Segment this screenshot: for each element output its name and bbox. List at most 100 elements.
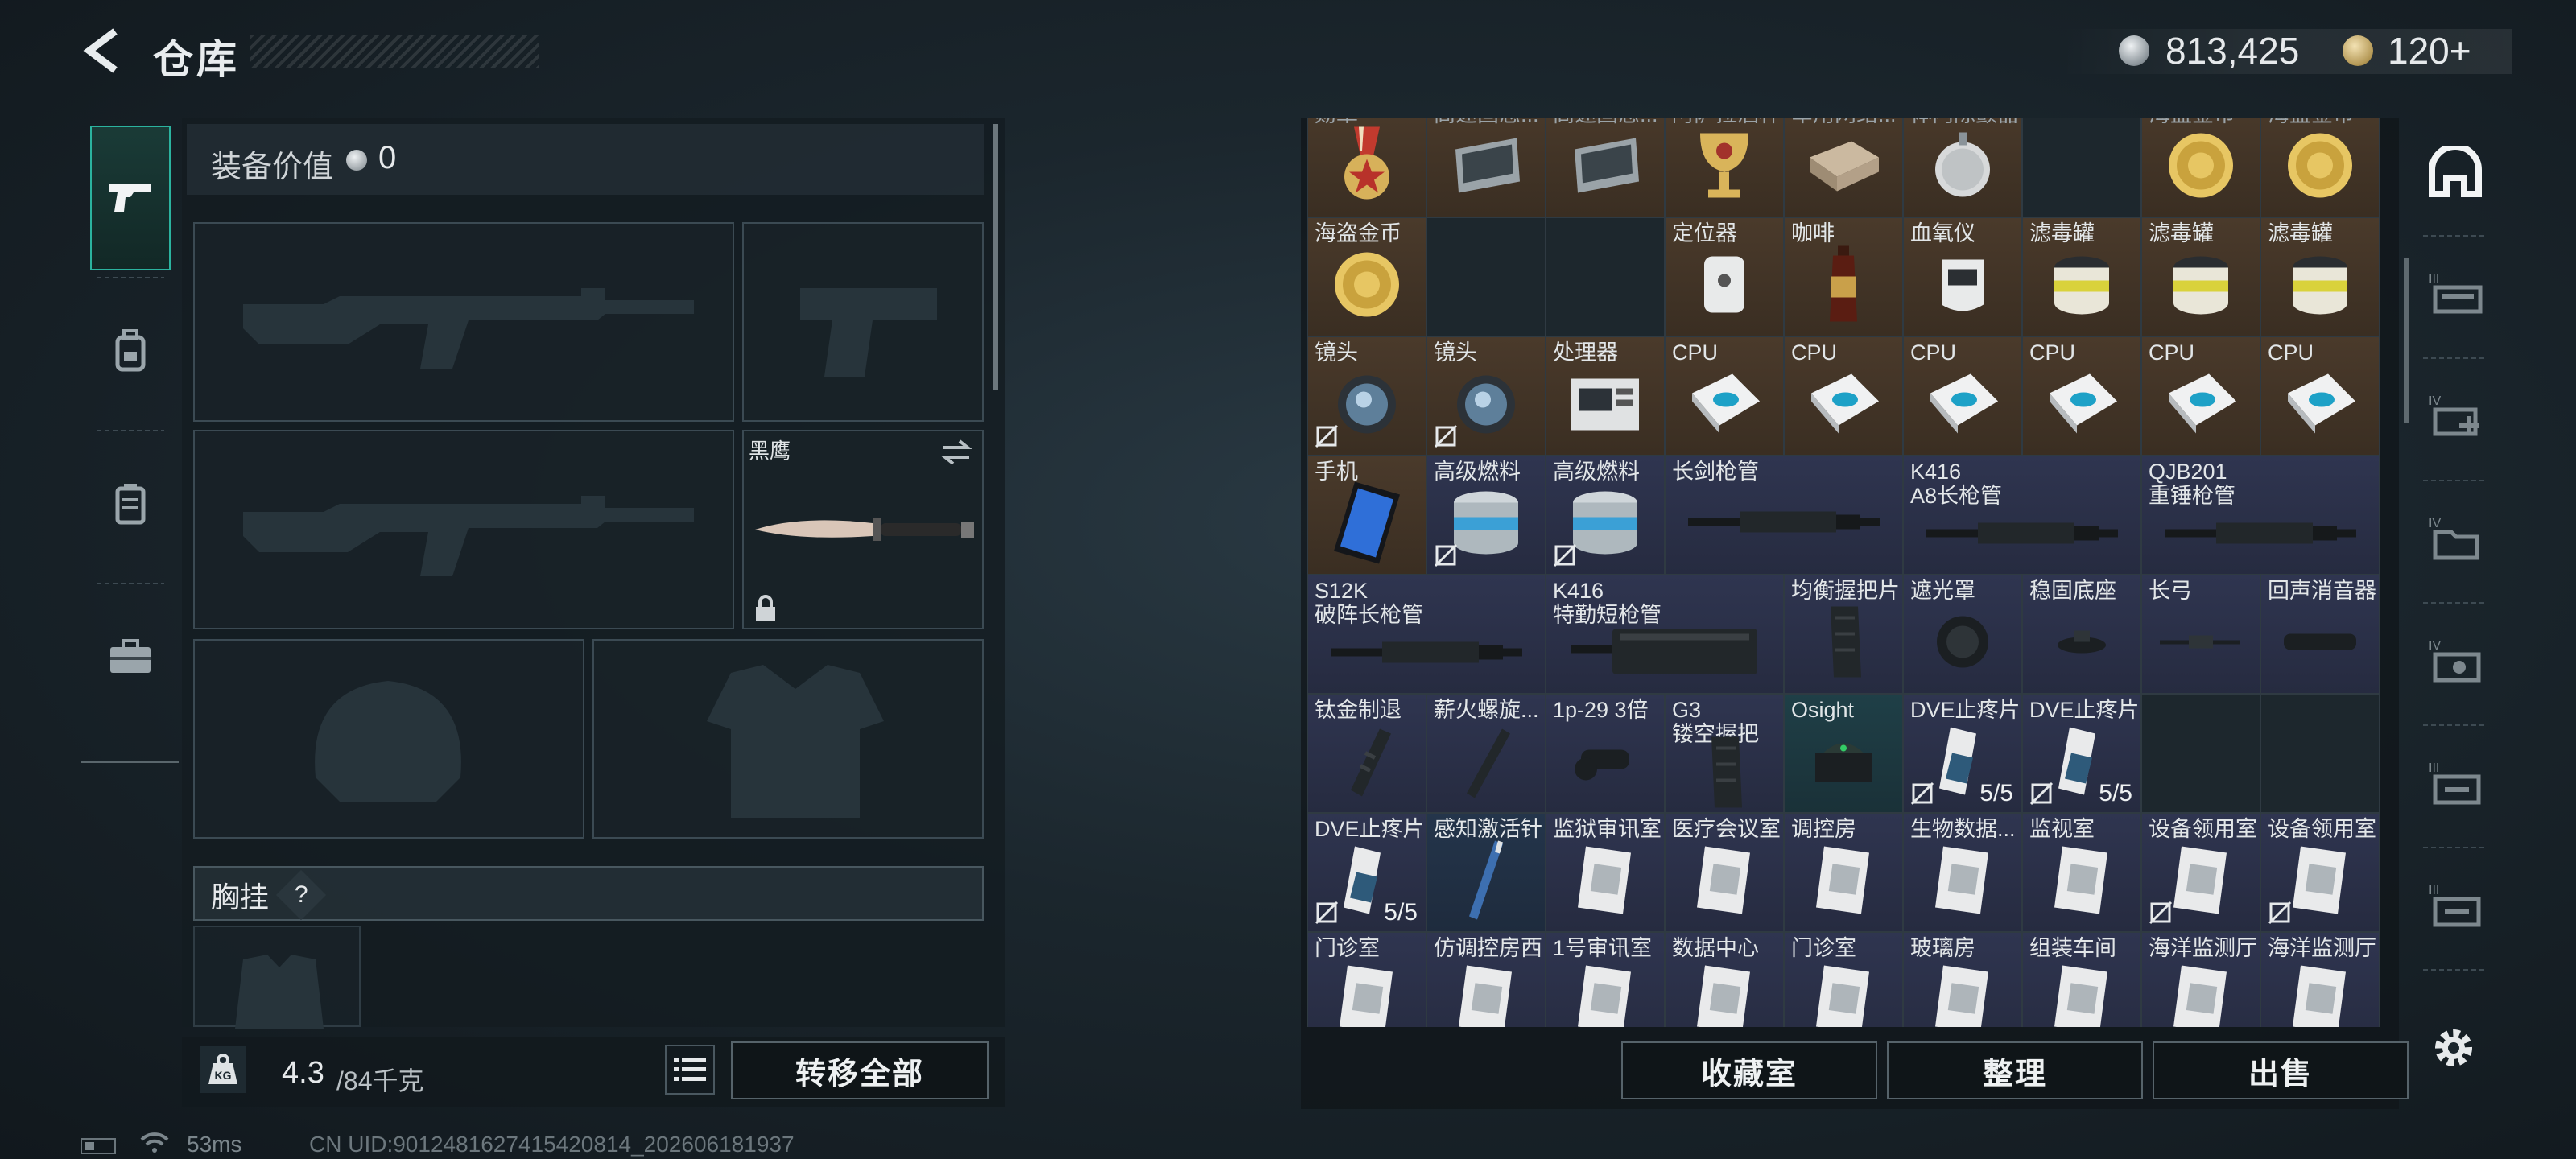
storage-tab-5[interactable]: IV: [2415, 618, 2496, 707]
secondary-weapon-slot[interactable]: [742, 222, 984, 422]
loadout-scrollbar[interactable]: [993, 124, 998, 390]
storage-item[interactable]: 玻璃房: [1903, 932, 2022, 1027]
storage-item[interactable]: Osight: [1784, 694, 1903, 813]
storage-item[interactable]: 医疗会议室: [1665, 813, 1784, 932]
filter-canister-icon: [2284, 248, 2356, 324]
storage-item[interactable]: 阿萨拉酒杯: [1665, 118, 1784, 217]
storage-item[interactable]: 手机: [1307, 456, 1426, 575]
storage-item[interactable]: 门诊室: [1307, 932, 1426, 1027]
storage-item[interactable]: 监视室: [2022, 813, 2141, 932]
weight-max: /84千克: [336, 1066, 424, 1095]
storage-item[interactable]: 钛金制退: [1307, 694, 1426, 813]
storage-item[interactable]: 稳固底座: [2022, 575, 2141, 694]
storage-tab-3[interactable]: IV: [2415, 373, 2496, 462]
storage-item[interactable]: DVE止疼片 5/5: [2022, 694, 2141, 813]
storage-item[interactable]: 滤毒罐: [2260, 217, 2380, 336]
coin-icon: [346, 150, 367, 171]
storage-item[interactable]: 海盗金币: [1307, 217, 1426, 336]
item-name: 设备领用室: [2268, 817, 2376, 841]
storage-tab-2[interactable]: III: [2415, 251, 2496, 340]
storage-item[interactable]: CPU: [1903, 336, 2022, 456]
storage-item[interactable]: 高速固态...: [1426, 118, 1546, 217]
storage-item[interactable]: QJB201 重锤枪管: [2141, 456, 2380, 575]
storage-item[interactable]: K416 A8长枪管: [1903, 456, 2141, 575]
storage-item[interactable]: 长弓: [2141, 575, 2260, 694]
storage-item[interactable]: 镜头: [1426, 336, 1546, 456]
tab-toolbox[interactable]: [90, 584, 171, 729]
collection-room-button[interactable]: 收藏室: [1621, 1041, 1877, 1099]
tab-backpack[interactable]: [90, 278, 171, 423]
storage-item[interactable]: 滤毒罐: [2022, 217, 2141, 336]
back-button[interactable]: [77, 24, 126, 77]
empty-slot[interactable]: [2260, 694, 2380, 813]
storage-item[interactable]: DVE止疼片 5/5: [1903, 694, 2022, 813]
storage-item[interactable]: 勋章: [1307, 118, 1426, 217]
rifle-silhouette-icon: [243, 496, 694, 576]
storage-item[interactable]: CPU: [1784, 336, 1903, 456]
storage-tab-1[interactable]: [2415, 129, 2496, 217]
storage-item[interactable]: G3 镂空握把: [1665, 694, 1784, 813]
tab-separator: [2423, 602, 2487, 604]
storage-item[interactable]: 生物数据...: [1903, 813, 2022, 932]
primary-weapon-slot-2[interactable]: [193, 430, 734, 629]
storage-item[interactable]: 遮光罩: [1903, 575, 2022, 694]
storage-item[interactable]: 感知激活针: [1426, 813, 1546, 932]
helmet-slot[interactable]: [193, 639, 584, 839]
storage-item[interactable]: 高级燃料: [1426, 456, 1546, 575]
transfer-all-button[interactable]: 转移全部: [731, 1041, 989, 1099]
storage-item[interactable]: 镜头: [1307, 336, 1426, 456]
storage-item[interactable]: 组装车间: [2022, 932, 2141, 1027]
storage-item[interactable]: 1号审讯室: [1546, 932, 1665, 1027]
empty-slot[interactable]: [1546, 217, 1665, 336]
storage-item[interactable]: 门诊室: [1784, 932, 1903, 1027]
empty-slot[interactable]: [2022, 118, 2141, 217]
storage-item[interactable]: 设备领用室: [2141, 813, 2260, 932]
sort-button[interactable]: 整理: [1887, 1041, 2143, 1099]
storage-item[interactable]: 仿调控房西: [1426, 932, 1546, 1027]
list-view-button[interactable]: [665, 1045, 715, 1095]
storage-item[interactable]: CPU: [2022, 336, 2141, 456]
storage-item[interactable]: 均衡握把片: [1784, 575, 1903, 694]
storage-item[interactable]: 高级燃料: [1546, 456, 1665, 575]
storage-item[interactable]: 海洋监测厅: [2260, 932, 2380, 1027]
storage-item[interactable]: 调控房: [1784, 813, 1903, 932]
storage-item[interactable]: 长剑枪管: [1665, 456, 1903, 575]
settings-button[interactable]: [2428, 1022, 2479, 1074]
storage-tab-6[interactable]: III: [2415, 740, 2496, 829]
storage-item[interactable]: 高速固态...: [1546, 118, 1665, 217]
storage-item[interactable]: DVE止疼片 5/5: [1307, 813, 1426, 932]
tab-chest-rig[interactable]: [90, 431, 171, 576]
armor-slot[interactable]: [592, 639, 984, 839]
storage-item[interactable]: 处理器: [1546, 336, 1665, 456]
empty-slot[interactable]: [1426, 217, 1546, 336]
storage-item[interactable]: CPU: [2141, 336, 2260, 456]
storage-item[interactable]: K416 特勤短枪管: [1546, 575, 1784, 694]
storage-item[interactable]: 海盗金币: [2141, 118, 2260, 217]
storage-item[interactable]: 1p-29 3倍: [1546, 694, 1665, 813]
svg-text:III: III: [2429, 272, 2439, 286]
gold-amount[interactable]: 120+: [2388, 29, 2471, 72]
tab-weapons[interactable]: [90, 126, 171, 270]
primary-weapon-slot[interactable]: [193, 222, 734, 422]
storage-item[interactable]: 回声消音器: [2260, 575, 2380, 694]
sell-button[interactable]: 出售: [2153, 1041, 2409, 1099]
storage-tab-7[interactable]: III: [2415, 863, 2496, 951]
storage-item[interactable]: 海洋监测厅: [2141, 932, 2260, 1027]
storage-item[interactable]: 海盗金币: [2260, 118, 2380, 217]
storage-item[interactable]: 薪火螺旋...: [1426, 694, 1546, 813]
storage-item[interactable]: 军用网络...: [1784, 118, 1903, 217]
storage-item[interactable]: 滤毒罐: [2141, 217, 2260, 336]
storage-item[interactable]: S12K 破阵长枪管: [1307, 575, 1546, 694]
storage-item[interactable]: 监狱审讯室: [1546, 813, 1665, 932]
storage-item[interactable]: 设备领用室: [2260, 813, 2380, 932]
storage-item[interactable]: 体内除颤器: [1903, 118, 2022, 217]
storage-item[interactable]: 血氧仪: [1903, 217, 2022, 336]
storage-item[interactable]: 数据中心: [1665, 932, 1784, 1027]
storage-item[interactable]: CPU: [2260, 336, 2380, 456]
storage-item[interactable]: 咖啡: [1784, 217, 1903, 336]
storage-item[interactable]: 定位器: [1665, 217, 1784, 336]
empty-slot[interactable]: [2141, 694, 2260, 813]
storage-item[interactable]: CPU: [1665, 336, 1784, 456]
chest-rig-slot[interactable]: [193, 926, 361, 1029]
storage-tab-4[interactable]: IV: [2415, 496, 2496, 584]
